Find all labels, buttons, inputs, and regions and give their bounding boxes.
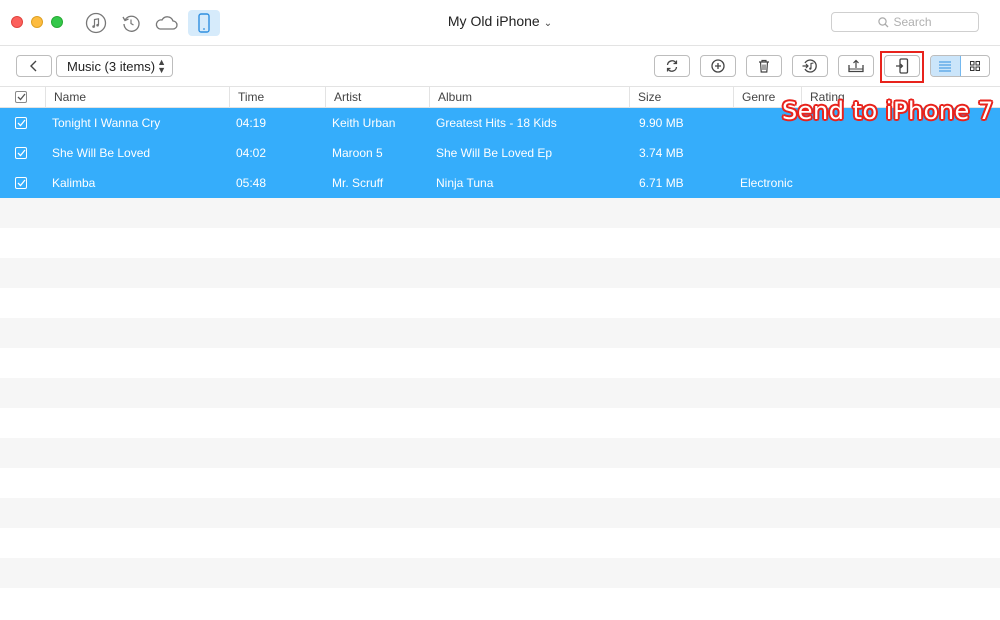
- empty-row: [0, 348, 1000, 378]
- track-artist: Maroon 5: [332, 146, 383, 160]
- grid-view-icon: [969, 61, 980, 71]
- row-checkbox[interactable]: [15, 117, 27, 129]
- row-checkbox-cell: [15, 147, 27, 159]
- track-time: 05:48: [236, 176, 267, 190]
- search-icon: [878, 16, 889, 27]
- track-time: 04:02: [236, 146, 267, 160]
- category-label: Music (3 items): [67, 58, 156, 74]
- select-all-checkbox[interactable]: [15, 91, 27, 103]
- empty-row: [0, 408, 1000, 438]
- column-header-size[interactable]: Size: [629, 87, 733, 107]
- column-header-name[interactable]: Name: [45, 87, 229, 107]
- row-checkbox-cell: [15, 117, 27, 129]
- empty-row: [0, 588, 1000, 618]
- export-icon: [848, 59, 864, 73]
- grid-view-button[interactable]: [961, 56, 990, 76]
- checkmark-icon: [17, 93, 26, 101]
- empty-row: [0, 498, 1000, 528]
- back-icon: [30, 60, 37, 72]
- empty-row: [0, 318, 1000, 348]
- itunes-button[interactable]: [792, 55, 828, 77]
- track-album: Greatest Hits - 18 Kids: [436, 116, 557, 130]
- select-all-cell: [0, 87, 45, 107]
- search-placeholder: Search: [893, 15, 932, 29]
- send-to-iphone-annotation: Send to iPhone 7: [782, 97, 994, 125]
- row-checkbox-cell: [15, 177, 27, 189]
- empty-row: [0, 198, 1000, 228]
- track-album: She Will Be Loved Ep: [436, 146, 553, 160]
- empty-row: [0, 258, 1000, 288]
- send-button-highlight: [880, 51, 924, 83]
- row-checkbox[interactable]: [15, 177, 27, 189]
- row-checkbox[interactable]: [15, 147, 27, 159]
- column-header-album[interactable]: Album: [429, 87, 629, 107]
- export-to-computer-button[interactable]: [838, 55, 874, 77]
- track-size: 9.90 MB: [639, 116, 684, 130]
- checkmark-icon: [17, 119, 26, 127]
- track-table: Name Time Artist Album Size Genre Rating…: [0, 86, 1000, 620]
- empty-row: [0, 378, 1000, 408]
- table-row[interactable]: Kalimba 05:48 Mr. Scruff Ninja Tuna 6.71…: [0, 168, 1000, 198]
- device-name: My Old iPhone: [447, 13, 540, 29]
- chevron-down-icon: ⌄: [543, 18, 553, 29]
- toolbar: Music (3 items) ▲ ▼: [0, 46, 1000, 86]
- checkmark-icon: [17, 179, 26, 187]
- add-icon: [711, 59, 725, 73]
- view-mode-switch: [930, 55, 990, 77]
- empty-row: [0, 438, 1000, 468]
- list-view-icon: [939, 61, 952, 72]
- empty-row: [0, 468, 1000, 498]
- delete-button[interactable]: [746, 55, 782, 77]
- refresh-icon: [666, 60, 678, 72]
- add-button[interactable]: [700, 55, 736, 77]
- search-input[interactable]: Search: [831, 12, 979, 32]
- checkmark-icon: [17, 149, 26, 157]
- trash-icon: [759, 59, 769, 73]
- track-time: 04:19: [236, 116, 267, 130]
- empty-row: [0, 558, 1000, 588]
- empty-row: [0, 288, 1000, 318]
- itunes-icon: [802, 59, 817, 73]
- table-body: Tonight I Wanna Cry 04:19 Keith Urban Gr…: [0, 108, 1000, 618]
- updown-chevron-icon: ▲ ▼: [157, 57, 166, 75]
- track-size: 6.71 MB: [639, 176, 684, 190]
- category-select[interactable]: Music (3 items) ▲ ▼: [56, 55, 173, 77]
- empty-row: [0, 228, 1000, 258]
- track-name: She Will Be Loved: [52, 146, 151, 160]
- track-artist: Keith Urban: [332, 116, 396, 130]
- refresh-button[interactable]: [654, 55, 690, 77]
- column-header-artist[interactable]: Artist: [325, 87, 429, 107]
- table-row[interactable]: She Will Be Loved 04:02 Maroon 5 She Wil…: [0, 138, 1000, 168]
- track-genre: Electronic: [740, 176, 793, 190]
- empty-row: [0, 528, 1000, 558]
- list-view-button[interactable]: [931, 56, 961, 76]
- track-name: Kalimba: [52, 176, 96, 190]
- title-bar: My Old iPhone ⌄ Search: [0, 0, 1000, 46]
- column-header-time[interactable]: Time: [229, 87, 325, 107]
- track-artist: Mr. Scruff: [332, 176, 384, 190]
- track-name: Tonight I Wanna Cry: [52, 116, 161, 130]
- back-button[interactable]: [16, 55, 52, 77]
- track-size: 3.74 MB: [639, 146, 684, 160]
- track-album: Ninja Tuna: [436, 176, 494, 190]
